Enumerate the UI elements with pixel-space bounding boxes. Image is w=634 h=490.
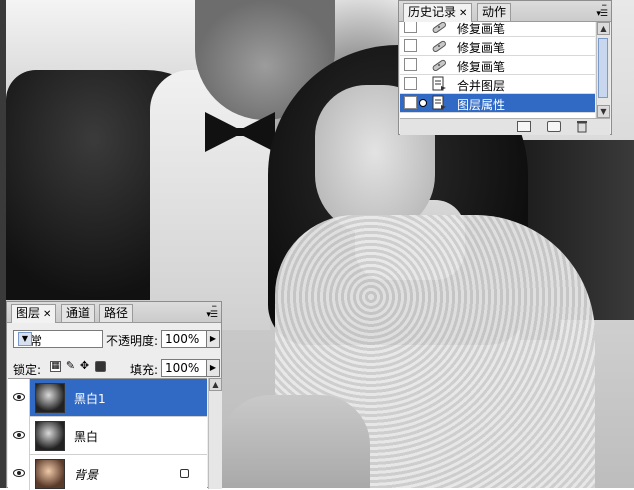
history-item[interactable]: 修复画笔 [400, 37, 595, 56]
history-item-label: 图层属性 [457, 98, 506, 112]
layer-lock-icon [180, 469, 189, 478]
layer-name: 黑白1 [74, 392, 106, 406]
layer-row-selected[interactable]: 黑白1 [8, 379, 207, 417]
history-source-checkbox[interactable] [404, 58, 417, 71]
lock-fill-row: 锁定: ▦ ✎ ✥ 填充: 100% ▶ [7, 357, 221, 379]
opacity-input[interactable]: 100% [161, 330, 207, 348]
layers-list: 黑白1 黑白 背景 [8, 378, 207, 490]
history-item-selected[interactable]: 图层属性 [400, 94, 595, 113]
lock-transparent-icon[interactable]: ▦ [50, 361, 61, 372]
history-item-label: 合并图层 [457, 79, 506, 93]
history-state-marker-icon [419, 99, 427, 107]
lock-position-icon[interactable]: ✥ [79, 360, 90, 372]
tab-actions[interactable]: 动作 [477, 3, 512, 21]
history-source-checkbox[interactable] [404, 22, 417, 33]
tab-close-icon[interactable]: ✕ [43, 309, 51, 320]
photo-arm [220, 395, 370, 488]
layer-name: 背景 [74, 468, 99, 482]
history-list: 修复画笔 修复画笔 修复画笔 合并图层 图层属性 [400, 22, 595, 118]
healing-brush-icon [432, 59, 446, 71]
layer-row[interactable]: 黑白 [8, 417, 207, 455]
history-tab-bar: 历史记录 ✕ 动作 – ▾☰ [399, 0, 611, 22]
tab-actions-label: 动作 [482, 5, 507, 19]
fill-input[interactable]: 100% [161, 359, 207, 377]
scroll-up-icon[interactable]: ▲ [209, 378, 222, 391]
panel-menu-icon[interactable]: ▾☰ [206, 311, 218, 320]
scroll-thumb[interactable] [598, 38, 608, 98]
delete-state-icon[interactable] [576, 120, 588, 133]
history-source-checkbox[interactable] [404, 39, 417, 52]
layer-thumbnail [35, 383, 65, 413]
lock-label: 锁定: [13, 363, 42, 377]
history-item-label: 修复画笔 [457, 60, 506, 74]
history-document-icon [432, 95, 446, 110]
history-source-checkbox[interactable] [404, 96, 417, 109]
layers-tab-bar: 图层 ✕ 通道 路径 – ▾☰ [7, 300, 221, 323]
opacity-arrow-icon[interactable]: ▶ [206, 330, 220, 348]
history-panel: 历史记录 ✕ 动作 – ▾☰ 修复画笔 修复画笔 修复画笔 合并图层 图层属性 … [398, 0, 612, 135]
history-item-label: 修复画笔 [457, 22, 506, 36]
visibility-eye-icon[interactable] [8, 455, 30, 490]
new-document-from-state-icon[interactable] [517, 121, 531, 132]
tab-close-icon[interactable]: ✕ [459, 8, 467, 19]
lock-image-icon[interactable]: ✎ [65, 360, 76, 372]
tab-paths-label: 路径 [104, 306, 129, 320]
history-document-icon [432, 76, 446, 91]
layers-scrollbar[interactable]: ▲ [208, 378, 222, 489]
tab-layers[interactable]: 图层 ✕ [11, 304, 57, 323]
healing-brush-icon [432, 40, 446, 52]
layer-name: 黑白 [74, 430, 99, 444]
new-snapshot-icon[interactable] [547, 121, 561, 132]
lock-all-icon[interactable] [95, 361, 106, 372]
visibility-eye-icon[interactable] [8, 417, 30, 455]
tab-layers-label: 图层 [16, 306, 41, 320]
layer-options-row: 正常 ▼ 不透明度: 100% ▶ [7, 323, 221, 361]
layer-thumbnail [35, 421, 65, 451]
fill-label: 填充: [130, 363, 159, 377]
fill-arrow-icon[interactable]: ▶ [206, 359, 220, 377]
history-footer [400, 118, 610, 135]
chevron-down-icon[interactable]: ▼ [18, 332, 32, 346]
history-item[interactable]: 修复画笔 [400, 22, 595, 37]
history-item-label: 修复画笔 [457, 41, 506, 55]
visibility-eye-icon[interactable] [8, 379, 30, 417]
scroll-up-icon[interactable]: ▲ [597, 22, 610, 35]
layer-row[interactable]: 背景 [8, 455, 207, 490]
tab-history-label: 历史记录 [408, 5, 457, 19]
history-source-checkbox[interactable] [404, 77, 417, 90]
history-item[interactable]: 修复画笔 [400, 56, 595, 75]
tab-paths[interactable]: 路径 [99, 304, 134, 322]
tab-history[interactable]: 历史记录 ✕ [403, 3, 473, 22]
layers-panel: 图层✕ 通道 路径 – ▾☰ 正常 ▼ 不透明度: 100% ▶ 锁定: ▦ ✎… [6, 300, 222, 490]
scroll-down-icon[interactable]: ▼ [597, 105, 610, 118]
tab-channels[interactable]: 通道 [61, 304, 96, 322]
layer-thumbnail [35, 459, 65, 489]
history-item[interactable]: 合并图层 [400, 75, 595, 94]
panel-menu-icon[interactable]: ▾☰ [596, 10, 608, 19]
opacity-label: 不透明度: [106, 334, 159, 348]
healing-brush-icon [432, 22, 446, 33]
tab-channels-label: 通道 [66, 306, 91, 320]
history-scrollbar[interactable]: ▲ ▼ [596, 22, 610, 118]
blend-mode-select[interactable]: 正常 ▼ [13, 330, 103, 348]
